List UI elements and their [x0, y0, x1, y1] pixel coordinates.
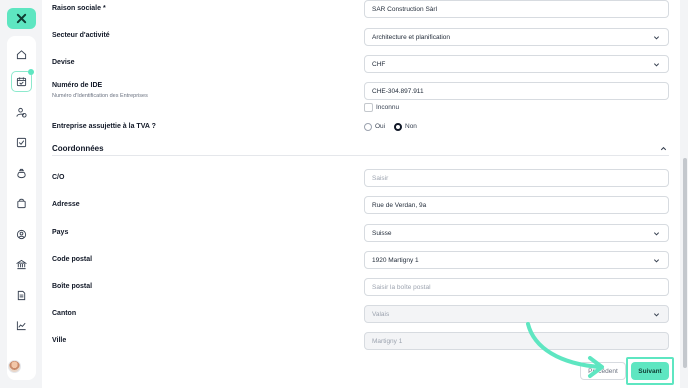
tva-label: Entreprise assujettie à la TVA ? — [52, 123, 156, 130]
inconnu-label: Inconnu — [376, 104, 400, 111]
pays-label: Pays — [52, 229, 69, 236]
ide-value: CHE-304.897.911 — [372, 87, 424, 95]
sidebar — [0, 0, 42, 388]
chevron-up-icon[interactable] — [659, 144, 668, 153]
canton-label: Canton — [52, 310, 77, 317]
boite-postale-input[interactable]: Saisir la boîte postal — [364, 278, 669, 296]
pays-value: Suisse — [372, 229, 392, 237]
chevron-down-icon — [653, 232, 660, 236]
calendar-check-icon[interactable] — [11, 69, 34, 92]
secteur-value: Architecture et planification — [372, 33, 451, 41]
raison-sociale-value: SAR Construction Sàrl — [372, 5, 438, 13]
chevron-down-icon — [653, 259, 660, 263]
ville-value: Martigny 1 — [372, 337, 403, 345]
boite-postale-label: Boîte postal — [52, 283, 93, 290]
user-circle-icon[interactable] — [11, 224, 32, 245]
user-money-icon[interactable] — [11, 102, 32, 123]
tva-radio-oui[interactable] — [364, 123, 372, 131]
ide-sublabel: Numéro d'Identification des Entreprises — [52, 93, 148, 99]
scrollbar-thumb[interactable] — [683, 158, 687, 368]
devise-label: Devise — [52, 59, 75, 66]
adresse-label: Adresse — [52, 201, 80, 208]
coordonnees-section-title: Coordonnées — [52, 144, 104, 153]
notification-dot — [28, 69, 34, 75]
raison-sociale-label: Raison sociale * — [52, 5, 106, 12]
sidebar-nav — [7, 36, 36, 380]
brand-logo-icon[interactable] — [7, 8, 36, 29]
canton-value: Valais — [372, 310, 390, 318]
ide-input[interactable]: CHE-304.897.911 — [364, 82, 669, 100]
chart-icon[interactable] — [11, 315, 32, 336]
bank-icon[interactable] — [11, 254, 32, 275]
tva-radio-non[interactable] — [394, 123, 402, 131]
co-input[interactable]: Saisir — [364, 169, 669, 187]
next-button[interactable]: Suivant — [631, 362, 669, 380]
inconnu-checkbox[interactable] — [364, 103, 373, 112]
chevron-down-icon — [653, 313, 660, 317]
secteur-label: Secteur d'activité — [52, 32, 110, 39]
co-placeholder: Saisir — [372, 174, 389, 182]
code-postal-label: Code postal — [52, 256, 93, 263]
chevron-down-icon — [653, 63, 660, 67]
ide-label: Numéro de IDE — [52, 82, 103, 89]
annotation-arrow-icon — [526, 322, 604, 378]
raison-sociale-input[interactable]: SAR Construction Sàrl — [364, 0, 669, 18]
user-avatar[interactable] — [8, 360, 21, 373]
document-icon[interactable] — [11, 285, 32, 306]
checkbox-icon[interactable] — [11, 132, 32, 153]
money-bag-icon[interactable] — [11, 163, 32, 184]
home-icon[interactable] — [11, 44, 32, 65]
chevron-down-icon — [653, 36, 660, 40]
shopping-bag-icon[interactable] — [11, 193, 32, 214]
boite-postale-placeholder: Saisir la boîte postal — [372, 283, 431, 291]
adresse-value: Rue de Verdan, 9a — [372, 201, 427, 209]
pays-select[interactable]: Suisse — [364, 224, 669, 242]
code-postal-select[interactable]: 1920 Martigny 1 — [364, 251, 669, 269]
devise-select[interactable]: CHF — [364, 55, 669, 73]
code-postal-value: 1920 Martigny 1 — [372, 256, 419, 264]
ville-label: Ville — [52, 337, 67, 344]
co-label: C/O — [52, 174, 65, 181]
section-divider — [52, 155, 669, 156]
tva-radio-non-label: Non — [405, 123, 417, 130]
tva-radio-oui-label: Oui — [375, 123, 386, 130]
adresse-input[interactable]: Rue de Verdan, 9a — [364, 196, 669, 214]
secteur-select[interactable]: Architecture et planification — [364, 28, 669, 46]
devise-value: CHF — [372, 60, 386, 68]
